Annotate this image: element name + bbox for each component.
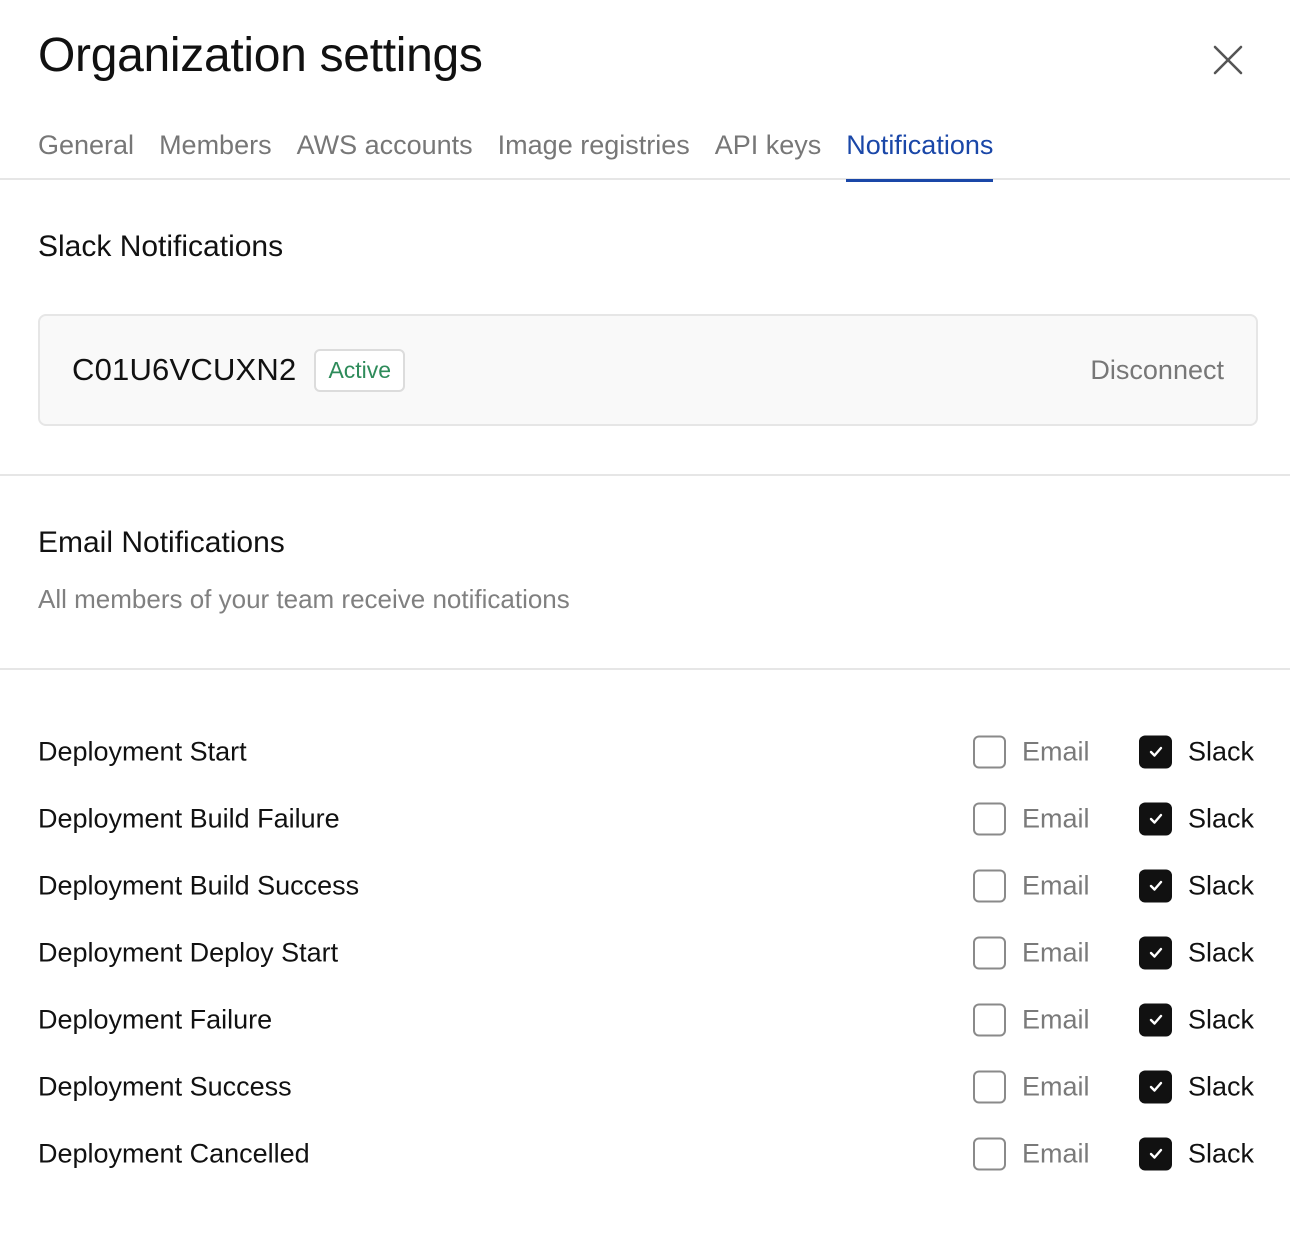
email-notifications-section: Email Notifications All members of your … xyxy=(0,476,1290,670)
tab-image-registries[interactable]: Image registries xyxy=(498,118,690,180)
slack-section-title: Slack Notifications xyxy=(38,230,284,263)
slack-option[interactable]: Slack xyxy=(1139,869,1254,902)
slack-option-label: Slack xyxy=(1188,1071,1255,1101)
slack-notifications-section: Slack Notifications C01U6VCUXN2 Active D… xyxy=(0,180,1290,476)
tab-members[interactable]: Members xyxy=(159,118,272,180)
disconnect-button[interactable]: Disconnect xyxy=(1090,355,1224,386)
slack-checkbox[interactable] xyxy=(1139,869,1172,902)
slack-checkbox[interactable] xyxy=(1139,936,1172,969)
slack-option[interactable]: Slack xyxy=(1139,1003,1254,1036)
slack-checkbox[interactable] xyxy=(1139,1137,1172,1170)
close-icon xyxy=(1213,45,1243,75)
email-checkbox[interactable] xyxy=(973,802,1006,835)
list-item: Deployment Start Email Slack xyxy=(0,718,1290,785)
slack-option[interactable]: Slack xyxy=(1139,1137,1254,1170)
slack-checkbox[interactable] xyxy=(1139,1003,1172,1036)
email-checkbox[interactable] xyxy=(973,735,1006,768)
slack-option[interactable]: Slack xyxy=(1139,735,1254,768)
dialog-title: Organization settings xyxy=(38,29,483,82)
slack-checkbox[interactable] xyxy=(1139,735,1172,768)
tab-aws-accounts[interactable]: AWS accounts xyxy=(297,118,473,180)
email-option[interactable]: Email xyxy=(973,1137,1090,1170)
list-item: Deployment Success Email Slack xyxy=(0,1053,1290,1120)
email-option-label: Email xyxy=(1022,937,1090,967)
close-button[interactable] xyxy=(1206,38,1250,82)
slack-option-label: Slack xyxy=(1188,803,1255,833)
slack-option[interactable]: Slack xyxy=(1139,1070,1254,1103)
tab-api-keys[interactable]: API keys xyxy=(715,118,822,180)
list-item: Deployment Build Failure Email Slack xyxy=(0,785,1290,852)
dialog-header: Organization settings xyxy=(0,0,1290,118)
tab-general[interactable]: General xyxy=(38,118,134,180)
email-checkbox[interactable] xyxy=(973,1003,1006,1036)
settings-tabs: General Members AWS accounts Image regis… xyxy=(0,118,1290,182)
email-option-label: Email xyxy=(1022,1138,1090,1168)
list-item: Deployment Cancelled Email Slack xyxy=(0,1120,1290,1187)
email-option-label: Email xyxy=(1022,1071,1090,1101)
status-badge: Active xyxy=(314,348,406,392)
event-label: Deployment Build Failure xyxy=(38,803,340,833)
email-checkbox[interactable] xyxy=(973,1070,1006,1103)
email-option[interactable]: Email xyxy=(973,1070,1090,1103)
email-section-title: Email Notifications xyxy=(38,526,285,559)
email-checkbox[interactable] xyxy=(973,869,1006,902)
email-option-label: Email xyxy=(1022,1004,1090,1034)
email-option-label: Email xyxy=(1022,870,1090,900)
event-label: Deployment Cancelled xyxy=(38,1138,310,1168)
email-checkbox[interactable] xyxy=(973,1137,1006,1170)
check-icon xyxy=(1149,880,1162,891)
slack-channel-id: C01U6VCUXN2 xyxy=(72,352,297,387)
check-icon xyxy=(1149,746,1162,757)
email-section-subtitle: All members of your team receive notific… xyxy=(38,584,570,614)
email-option[interactable]: Email xyxy=(973,1003,1090,1036)
check-icon xyxy=(1149,1014,1162,1025)
event-label: Deployment Build Success xyxy=(38,870,360,900)
slack-option-label: Slack xyxy=(1188,870,1255,900)
event-label: Deployment Success xyxy=(38,1071,292,1101)
check-icon xyxy=(1149,1081,1162,1092)
organization-settings-dialog: Organization settings General Members AW… xyxy=(0,0,1290,1258)
event-label: Deployment Failure xyxy=(38,1004,273,1034)
tab-notifications[interactable]: Notifications xyxy=(846,118,994,182)
email-option[interactable]: Email xyxy=(973,802,1090,835)
check-icon xyxy=(1149,947,1162,958)
list-item: Deployment Deploy Start Email Slack xyxy=(0,919,1290,986)
slack-option-label: Slack xyxy=(1188,1138,1255,1168)
email-checkbox[interactable] xyxy=(973,936,1006,969)
list-item: Deployment Build Success Email Slack xyxy=(0,852,1290,919)
slack-option-label: Slack xyxy=(1188,937,1255,967)
email-option[interactable]: Email xyxy=(973,735,1090,768)
slack-option-label: Slack xyxy=(1188,736,1255,766)
slack-checkbox[interactable] xyxy=(1139,1070,1172,1103)
slack-option[interactable]: Slack xyxy=(1139,802,1254,835)
email-option[interactable]: Email xyxy=(973,936,1090,969)
list-item: Deployment Failure Email Slack xyxy=(0,986,1290,1053)
email-option-label: Email xyxy=(1022,736,1090,766)
event-label: Deployment Deploy Start xyxy=(38,937,339,967)
email-option-label: Email xyxy=(1022,803,1090,833)
email-option[interactable]: Email xyxy=(973,869,1090,902)
slack-checkbox[interactable] xyxy=(1139,802,1172,835)
notification-event-list: Deployment Start Email Slack Deployment Bui… xyxy=(0,670,1290,1187)
event-label: Deployment Start xyxy=(38,736,247,766)
slack-option[interactable]: Slack xyxy=(1139,936,1254,969)
check-icon xyxy=(1149,813,1162,824)
slack-connection-card: C01U6VCUXN2 Active Disconnect xyxy=(38,314,1258,426)
slack-option-label: Slack xyxy=(1188,1004,1255,1034)
check-icon xyxy=(1149,1148,1162,1159)
